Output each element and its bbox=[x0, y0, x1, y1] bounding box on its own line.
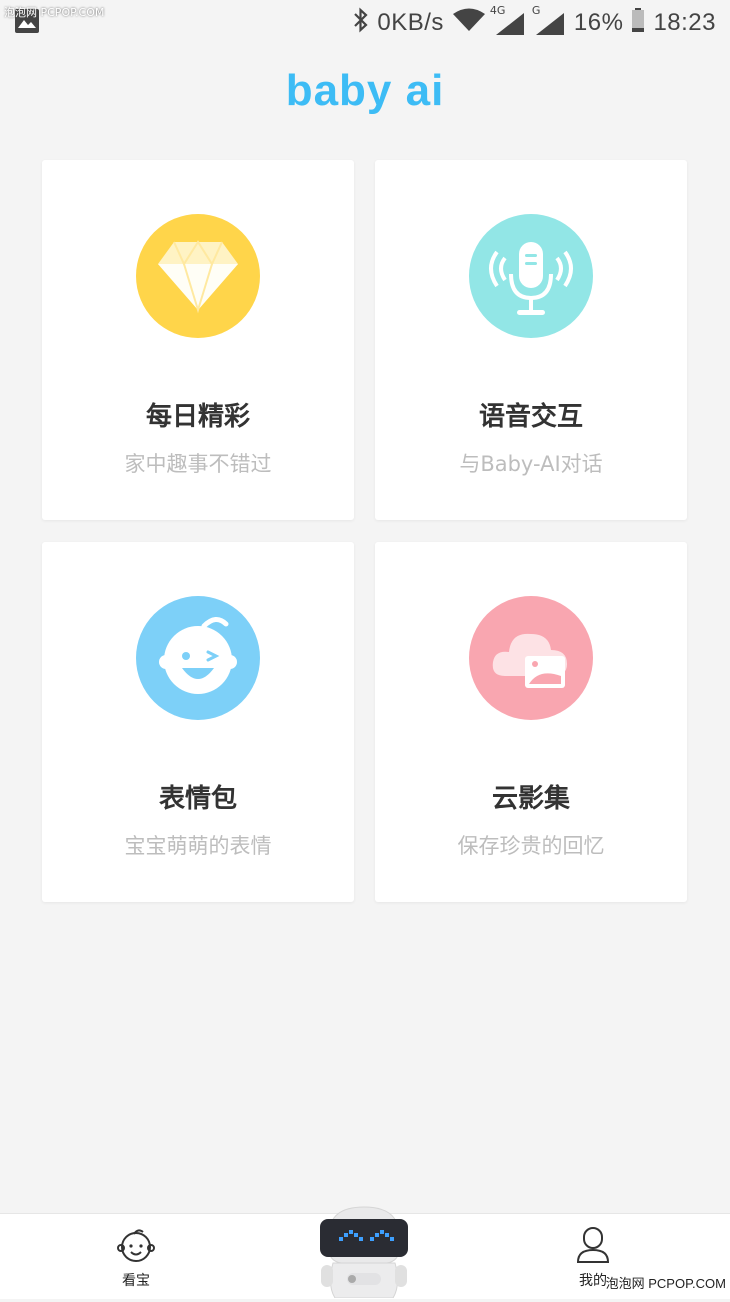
baby-face-outline-icon bbox=[116, 1229, 156, 1268]
clock: 18:23 bbox=[653, 9, 716, 36]
battery-icon bbox=[631, 7, 645, 39]
watermark-bottom: 泡泡网 PCPOP.COM bbox=[605, 1276, 726, 1291]
card-subtitle: 家中趣事不错过 bbox=[124, 452, 272, 476]
user-icon bbox=[573, 1227, 613, 1268]
card-subtitle: 宝宝萌萌的表情 bbox=[124, 834, 272, 858]
card-title: 每日精彩 bbox=[145, 402, 250, 432]
diamond-icon bbox=[136, 214, 260, 338]
card-voice-interaction[interactable]: 语音交互 与Baby-AI对话 bbox=[375, 160, 687, 520]
card-title: 云影集 bbox=[491, 784, 570, 814]
bluetooth-icon bbox=[353, 7, 369, 39]
signal-g-label: G bbox=[531, 4, 541, 17]
signal-g-icon: G bbox=[532, 4, 566, 36]
card-subtitle: 与Baby-AI对话 bbox=[459, 452, 603, 476]
signal-4g-label: 4G bbox=[489, 4, 506, 17]
cloud-photo-icon bbox=[469, 596, 593, 720]
net-speed: 0KB/s bbox=[377, 9, 444, 36]
wifi-icon bbox=[452, 7, 486, 39]
robot-center-button[interactable] bbox=[315, 1205, 413, 1299]
battery-percent: 16% bbox=[573, 9, 624, 36]
microphone-icon bbox=[469, 214, 593, 338]
app-logo: baby ai bbox=[285, 66, 445, 115]
nav-label: 看宝 bbox=[122, 1273, 150, 1289]
status-bar: 0KB/s 4G G 16% 18:23 bbox=[0, 0, 730, 46]
card-emoji-pack[interactable]: 表情包 宝宝萌萌的表情 bbox=[42, 542, 354, 902]
card-daily-highlights[interactable]: 每日精彩 家中趣事不错过 bbox=[42, 160, 354, 520]
card-title: 表情包 bbox=[158, 784, 237, 814]
card-cloud-album[interactable]: 云影集 保存珍贵的回忆 bbox=[375, 542, 687, 902]
nav-tab-watch-baby[interactable]: 看宝 bbox=[96, 1226, 176, 1290]
card-subtitle: 保存珍贵的回忆 bbox=[457, 834, 605, 858]
signal-4g-icon: 4G bbox=[490, 4, 526, 36]
baby-face-icon bbox=[136, 596, 260, 720]
watermark-top: 泡泡网 PCPOP.COM bbox=[4, 6, 105, 19]
card-title: 语音交互 bbox=[478, 402, 583, 432]
